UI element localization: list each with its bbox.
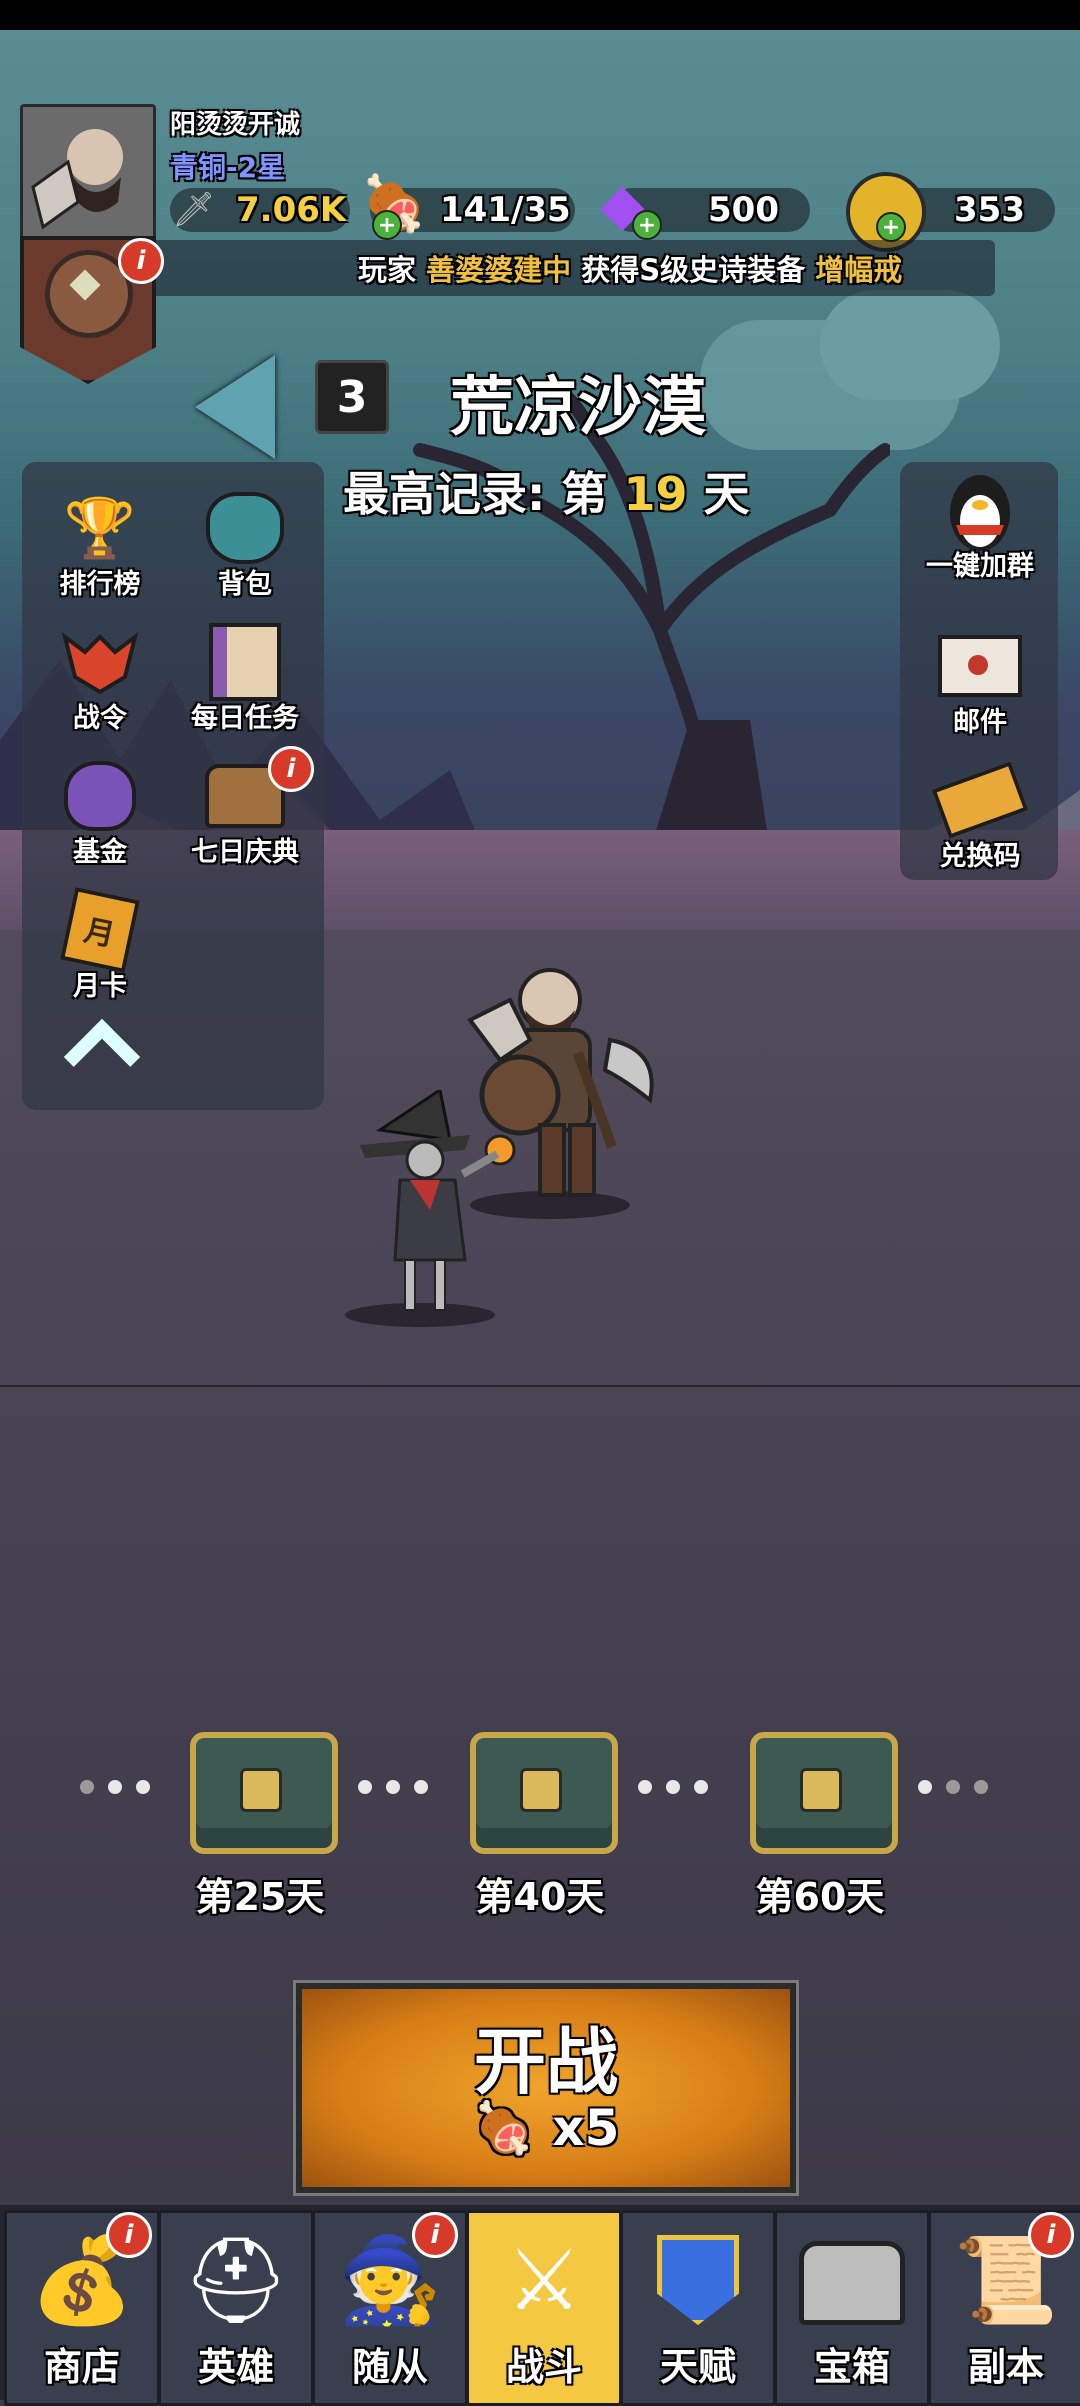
nav-dungeon-label: 副本 [967, 2345, 1044, 2389]
ground-line [0, 1385, 1080, 1387]
envelope-icon [938, 628, 1022, 704]
prev-stage-arrow-icon[interactable] [195, 355, 275, 459]
seven-day-notification-icon: i [268, 746, 314, 792]
menu-mail-label: 邮件 [953, 707, 1007, 738]
nav-battle-label: 战斗 [505, 2345, 582, 2389]
ticket-icon [931, 761, 1029, 839]
sword-icon: 🗡 [172, 190, 216, 230]
nav-shop-notification-icon: i [106, 2212, 152, 2258]
penguin-icon [938, 472, 1022, 551]
milestone-label-1: 第25天 [195, 1875, 325, 1919]
menu-redeem-code-label: 兑换码 [939, 841, 1021, 872]
nav-chest[interactable]: 宝箱 [774, 2210, 930, 2406]
milestone-chest-2[interactable] [470, 1732, 618, 1854]
battle-icon: ⚔ [506, 2231, 582, 2329]
start-battle-button[interactable]: 开战 🍖 x5 [296, 1983, 796, 2193]
lock-icon [520, 1768, 562, 1812]
menu-monthly-card-label: 月卡 [73, 971, 127, 1002]
progress-dots [358, 1780, 428, 1794]
menu-battle-pass-label: 战令 [73, 703, 127, 734]
news-player: 善婆婆建中 [426, 253, 572, 287]
menu-battle-pass[interactable]: 战令 [30, 624, 170, 735]
nav-shop-label: 商店 [43, 2345, 120, 2389]
hero-portrait-icon [23, 107, 153, 237]
menu-leaderboard[interactable]: 🏆 排行榜 [30, 490, 170, 601]
progress-dots [80, 1780, 150, 1794]
stamina-value: 141/35 [440, 190, 571, 230]
menu-fund-label: 基金 [73, 837, 127, 868]
nav-dungeon-notification-icon: i [1028, 2212, 1074, 2258]
menu-backpack[interactable]: 背包 [175, 490, 315, 601]
hero-helmet-icon: ⛑ [182, 2231, 290, 2329]
nav-heroes-label: 英雄 [197, 2345, 274, 2389]
start-battle-cost: 🍖 x5 [302, 2099, 790, 2158]
player-avatar[interactable] [20, 104, 156, 240]
menu-daily-tasks-label: 每日任务 [191, 703, 299, 734]
talent-icon [623, 2231, 773, 2325]
gem-plus-icon[interactable]: + [632, 210, 662, 240]
milestone-chest-1[interactable] [190, 1732, 338, 1854]
menu-seven-day-event-label: 七日庆典 [191, 837, 299, 868]
coin-value: 353 [954, 190, 1025, 230]
menu-join-group-label: 一键加群 [926, 551, 1034, 582]
nav-chest-label: 宝箱 [813, 2345, 890, 2389]
menu-redeem-code[interactable]: 兑换码 [910, 761, 1050, 873]
bag-icon [203, 490, 287, 566]
news-text: 玩家 善婆婆建中 获得S级史诗装备 增幅戒 [358, 247, 902, 289]
menu-daily-tasks[interactable]: 每日任务 [175, 623, 315, 735]
menu-fund[interactable]: 基金 [30, 758, 170, 869]
best-record-suffix: 天 [703, 467, 750, 521]
gem-value: 500 [708, 190, 779, 230]
milestone-chest-3[interactable] [750, 1732, 898, 1854]
best-record-day-label: 第 [561, 467, 608, 521]
menu-monthly-card[interactable]: 月 月卡 [30, 886, 170, 1003]
nav-heroes[interactable]: ⛑ 英雄 [158, 2210, 314, 2406]
nav-followers-notification-icon: i [412, 2212, 458, 2258]
best-record-day: 19 [623, 467, 688, 521]
milestone-label-3: 第60天 [755, 1875, 885, 1919]
start-battle-cost-value: x5 [552, 2099, 620, 2157]
news-prefix: 玩家 [358, 253, 417, 287]
milestone-label-2: 第40天 [475, 1875, 605, 1919]
news-item: 增幅戒 [815, 253, 903, 287]
month-card-icon: 月 [58, 886, 142, 974]
money-bag-icon [58, 758, 142, 834]
best-record-label: 最高记录: [343, 467, 546, 521]
chest-icon [777, 2231, 927, 2325]
nav-battle[interactable]: ⚔ 战斗 [466, 2210, 622, 2406]
trophy-icon: 🏆 [63, 493, 137, 562]
stage-name: 荒凉沙漠 [450, 371, 706, 445]
nav-talent[interactable]: 天赋 [620, 2210, 776, 2406]
start-battle-label: 开战 [473, 2020, 618, 2104]
coin-plus-icon[interactable]: + [876, 212, 906, 242]
progress-dots [638, 1780, 708, 1794]
stamina-plus-icon[interactable]: + [372, 210, 402, 240]
status-bar [0, 0, 1080, 30]
lock-icon [800, 1768, 842, 1812]
nav-talent-label: 天赋 [659, 2345, 736, 2389]
best-record: 最高记录: 第 19 天 [343, 458, 749, 524]
player-name: 阳烫烫开诚 [170, 110, 301, 140]
menu-leaderboard-label: 排行榜 [59, 569, 141, 600]
nav-followers-label: 随从 [351, 2345, 428, 2389]
menu-mail[interactable]: 邮件 [910, 628, 1050, 739]
lock-icon [240, 1768, 282, 1812]
rank-banner-notification-icon: i [118, 238, 164, 284]
demon-mask-icon [58, 624, 142, 700]
player-rank: 青铜-2星 [170, 151, 286, 184]
progress-dots [918, 1780, 988, 1794]
power-value: 7.06K [236, 190, 347, 230]
meat-icon: 🍖 [472, 2099, 535, 2157]
news-middle: 获得S级史诗装备 [581, 253, 806, 287]
stage-number: 3 [315, 360, 389, 434]
menu-join-group[interactable]: 一键加群 [910, 472, 1050, 583]
skeleton-follower-sprite [345, 1090, 516, 1327]
menu-backpack-label: 背包 [218, 569, 272, 600]
scroll-icon [203, 623, 287, 701]
